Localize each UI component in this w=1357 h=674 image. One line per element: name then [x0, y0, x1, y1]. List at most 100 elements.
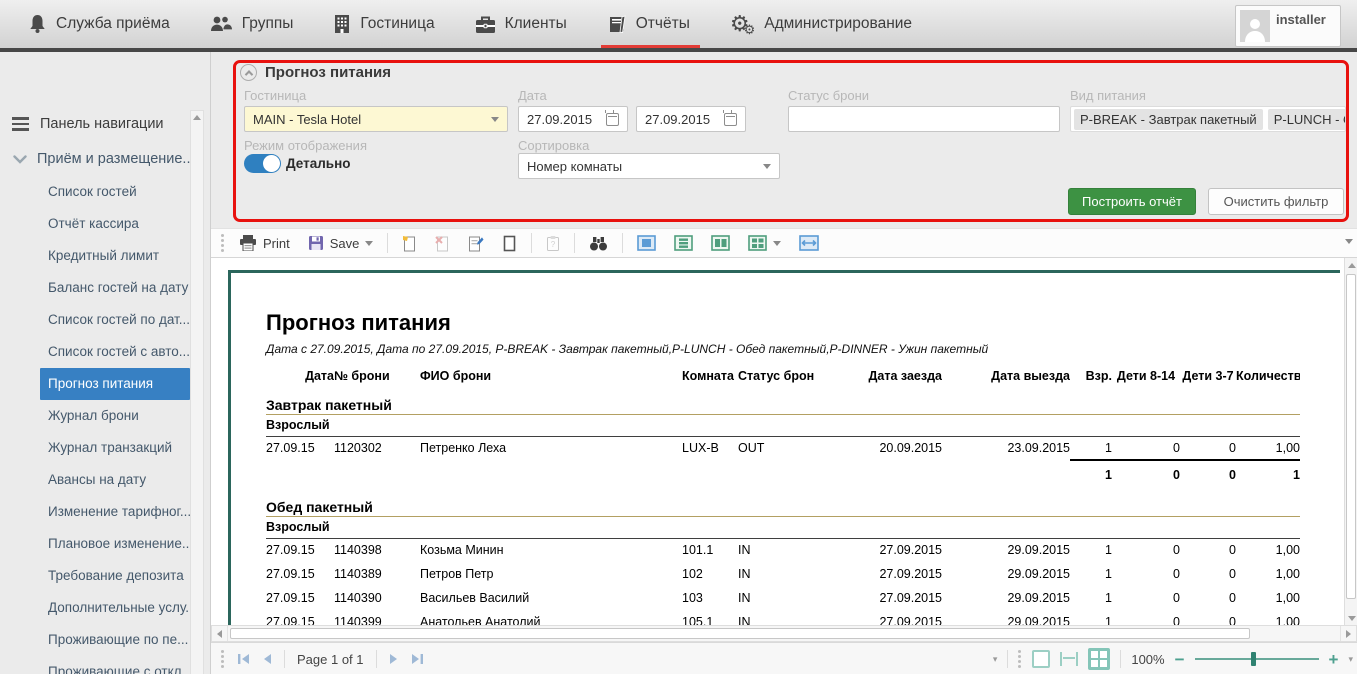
meal-type-multiselect[interactable]: P-BREAK - Завтрак пакетный P-LUNCH - Обе… — [1070, 106, 1346, 132]
zoom-slider[interactable] — [1195, 652, 1319, 666]
print-button[interactable]: Print — [235, 232, 294, 254]
scroll-right-icon[interactable] — [1340, 626, 1356, 641]
date-to-input[interactable]: 27.09.2015 — [636, 106, 746, 132]
sidebar-item-guest-list[interactable]: Список гостей — [0, 176, 193, 208]
horizontal-scrollbar[interactable] — [211, 625, 1357, 642]
save-label: Save — [330, 236, 360, 251]
clear-filter-button[interactable]: Очистить фильтр — [1208, 188, 1344, 215]
table-cell: Петренко Леха — [406, 436, 682, 460]
sidebar-item-planned-change[interactable]: Плановое изменение... — [0, 528, 193, 560]
calendar-icon[interactable] — [606, 113, 619, 126]
sort-select-value: Номер комнаты — [527, 159, 622, 174]
table-cell: 0 — [1112, 436, 1180, 460]
save-button[interactable]: Save — [304, 232, 378, 254]
collapse-panel-icon[interactable]: ▾ — [1348, 654, 1353, 665]
zoom-fit-width-icon[interactable] — [1060, 652, 1078, 666]
edit-page-button[interactable] — [464, 232, 488, 255]
first-page-button[interactable] — [237, 653, 250, 665]
chevron-down-icon — [773, 241, 781, 246]
table-cell: 103 — [682, 586, 738, 610]
sidebar-header[interactable]: Панель навигации — [12, 116, 164, 132]
statusbar-drag-handle[interactable] — [221, 650, 225, 668]
table-cell: 0 — [1180, 538, 1236, 562]
zoom-multipage-icon[interactable] — [1088, 648, 1110, 670]
sidebar-item-booking-journal[interactable]: Журнал брони — [0, 400, 193, 432]
table-cell: IN — [738, 610, 814, 625]
nav-tab-clients[interactable]: Клиенты — [475, 0, 567, 48]
sidebar-item-guests-auto[interactable]: Список гостей с авто... — [0, 336, 193, 368]
detail-mode-value: Детально — [286, 156, 351, 171]
sidebar-item-residents-deviation[interactable]: Проживающие с откл... — [0, 656, 193, 674]
collapse-panel-icon[interactable] — [240, 64, 257, 81]
detail-mode-toggle[interactable] — [244, 154, 281, 173]
nav-tab-reception[interactable]: Служба приёма — [28, 0, 170, 48]
sidebar-item-cashier-report[interactable]: Отчёт кассира — [0, 208, 193, 240]
build-report-button[interactable]: Построить отчёт — [1068, 188, 1196, 215]
sidebar-item-transaction-journal[interactable]: Журнал транзакций — [0, 432, 193, 464]
chevron-down-icon — [13, 155, 27, 164]
zoom-out-button[interactable]: − — [1175, 651, 1185, 668]
zoom-single-page-icon[interactable] — [1032, 650, 1050, 668]
sidebar-item-tariff-change[interactable]: Изменение тарифног... — [0, 496, 193, 528]
horizontal-scroll-thumb[interactable] — [230, 628, 1250, 639]
sidebar-item-additional-services[interactable]: Дополнительные услу... — [0, 592, 193, 624]
new-page-button[interactable] — [398, 232, 421, 255]
col-header: Дата выезда — [942, 366, 1070, 386]
hotel-select[interactable]: MAIN - Tesla Hotel — [244, 106, 508, 132]
booking-status-input[interactable] — [788, 106, 1060, 132]
sidebar-scrollbar[interactable] — [190, 110, 204, 674]
calendar-icon[interactable] — [724, 113, 737, 126]
collapse-panel-icon[interactable]: ▾ — [993, 654, 998, 665]
user-badge[interactable]: installer — [1235, 5, 1341, 47]
chevron-down-icon — [763, 164, 771, 169]
col-header: Дети 8-14 — [1112, 366, 1180, 386]
sidebar-item-guests-by-date[interactable]: Список гостей по дат... — [0, 304, 193, 336]
delete-page-button[interactable] — [431, 232, 454, 255]
scroll-up-icon[interactable] — [1345, 258, 1357, 272]
sort-select[interactable]: Номер комнаты — [518, 153, 780, 179]
scroll-up-icon[interactable] — [193, 115, 201, 120]
nav-tab-groups[interactable]: Группы — [210, 0, 294, 48]
toolbar-drag-handle[interactable] — [221, 234, 225, 252]
date-from-input[interactable]: 27.09.2015 — [518, 106, 628, 132]
sidebar-item-residents-by-period[interactable]: Проживающие по пе... — [0, 624, 193, 656]
nav-tab-reports[interactable]: Отчёты — [607, 0, 690, 48]
sidebar-group-reception[interactable]: Приём и размещение... — [13, 151, 195, 167]
zoom-controls: ▾ 100% − + ▾ — [993, 643, 1353, 674]
sidebar-item-deposit-requirement[interactable]: Требование депозита — [0, 560, 193, 592]
table-cell: 1,00 — [1236, 586, 1300, 610]
next-page-button[interactable] — [389, 653, 399, 665]
scroll-down-icon[interactable] — [1345, 611, 1357, 625]
vertical-scroll-thumb[interactable] — [1346, 274, 1356, 599]
meal-tag[interactable]: P-BREAK - Завтрак пакетный — [1074, 109, 1263, 130]
table-cell: 0 — [1180, 562, 1236, 586]
table-cell: Анатольев Анатолий — [406, 610, 682, 625]
page-setup-button[interactable] — [498, 232, 521, 255]
scroll-left-icon[interactable] — [212, 626, 228, 641]
meal-tag[interactable]: P-LUNCH - Обед пакетный — [1268, 109, 1346, 130]
previous-page-button[interactable] — [262, 653, 272, 665]
sidebar-item-credit-limit[interactable]: Кредитный лимит — [0, 240, 193, 272]
sidebar-item-meal-forecast[interactable]: Прогноз питания — [40, 368, 190, 400]
last-page-button[interactable] — [411, 653, 424, 665]
nav-tab-administration[interactable]: ⚙⚙ Администрирование — [730, 0, 912, 48]
table-cell: 101.1 — [682, 538, 738, 562]
total-cell: 1 — [1070, 460, 1112, 488]
fit-page-width-button[interactable] — [795, 232, 823, 254]
toolbar-overflow-icon[interactable] — [1345, 239, 1353, 244]
view-continuous-button[interactable] — [670, 232, 697, 254]
sidebar-item-guest-balance[interactable]: Баланс гостей на дату — [0, 272, 193, 304]
table-cell: 1,00 — [1236, 610, 1300, 625]
vertical-scrollbar[interactable] — [1344, 258, 1357, 625]
sidebar-item-advances[interactable]: Авансы на дату — [0, 464, 193, 496]
view-facing-button[interactable] — [707, 232, 734, 254]
sidebar-title: Панель навигации — [40, 116, 164, 132]
zoom-in-button[interactable]: + — [1329, 651, 1339, 668]
view-single-page-button[interactable] — [633, 232, 660, 254]
zoom-drag-handle[interactable] — [1018, 650, 1022, 668]
find-button[interactable] — [585, 233, 612, 254]
zoom-slider-handle[interactable] — [1251, 652, 1256, 666]
parameters-button[interactable]: ? — [542, 232, 564, 255]
nav-tab-hotel[interactable]: Гостиница — [333, 0, 434, 48]
view-multipage-button[interactable] — [744, 232, 785, 254]
